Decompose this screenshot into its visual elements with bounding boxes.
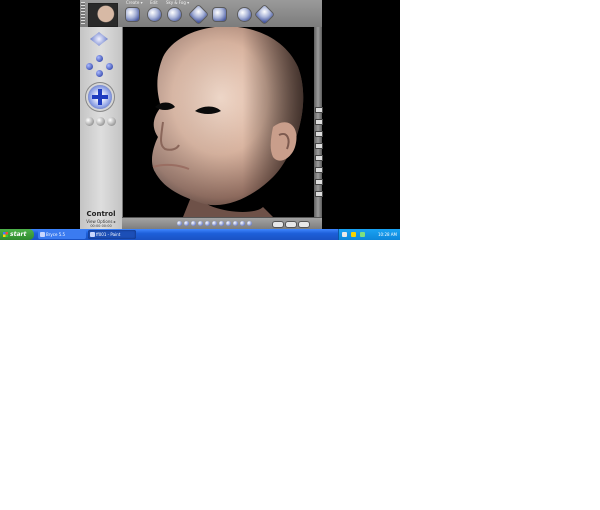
material-tool-icon[interactable] [255, 5, 274, 24]
menu-edit[interactable]: Edit [150, 0, 158, 5]
nano-preview-thumbnail[interactable] [88, 3, 118, 27]
render-option-icon-7[interactable] [226, 221, 231, 226]
security-icon[interactable] [351, 232, 356, 237]
windows-taskbar: start Bryce 5.5 ff001 - Paint 10:28 AM [0, 229, 400, 240]
timecode-readout: 00:00:00:00 [90, 224, 112, 228]
control-panel: Control View Options ▸ 00:00:00:00 [80, 27, 123, 229]
windows-flag-icon [3, 232, 8, 237]
bryce-app-icon [40, 232, 45, 237]
bryce-app-window: Create ▾ Edit Sky & Fog ▾ Control View O… [80, 0, 323, 230]
taskbar-item-label: ff001 - Paint [96, 232, 121, 237]
volume-icon[interactable] [360, 232, 365, 237]
start-button[interactable]: start [0, 229, 34, 240]
taskbar-item-bryce[interactable]: Bryce 5.5 [38, 230, 86, 239]
taskbar-item-label: Bryce 5.5 [46, 232, 66, 237]
strip-button-8[interactable] [315, 191, 323, 197]
strip-button-7[interactable] [315, 179, 323, 185]
strip-button-6[interactable] [315, 167, 323, 173]
toolbar-grip[interactable] [81, 2, 85, 24]
network-icon[interactable] [342, 232, 347, 237]
cube-tool-icon[interactable] [126, 8, 139, 21]
mesh-tool-icon[interactable] [238, 8, 251, 21]
render-option-icon-10[interactable] [247, 221, 252, 226]
strip-button-4[interactable] [315, 143, 323, 149]
timeline-control-3[interactable] [298, 221, 310, 228]
menu-create[interactable]: Create ▾ [126, 0, 143, 5]
trackball-cross-icon[interactable] [88, 85, 112, 109]
strip-button-1[interactable] [315, 107, 323, 113]
render-option-icon-4[interactable] [205, 221, 210, 226]
strip-button-2[interactable] [315, 119, 323, 125]
render-option-icon-2[interactable] [191, 221, 196, 226]
lattice-tool-icon[interactable] [213, 8, 226, 21]
render-option-icon-5[interactable] [212, 221, 217, 226]
strip-button-5[interactable] [315, 155, 323, 161]
taskbar-clock: 10:28 AM [378, 232, 397, 237]
sphere-tool-icon[interactable] [148, 8, 161, 21]
desktop-background [0, 0, 80, 229]
render-option-icon-3[interactable] [198, 221, 203, 226]
right-tool-strip [314, 27, 323, 217]
pyramid-tool-icon[interactable] [189, 5, 208, 24]
render-option-icon-8[interactable] [233, 221, 238, 226]
control-title: Control [86, 210, 116, 218]
taskbar-item-paint[interactable]: ff001 - Paint [88, 230, 136, 239]
view-cluster-icon[interactable] [86, 55, 114, 77]
terrain-tool-icon[interactable] [168, 8, 181, 21]
start-label: start [10, 231, 27, 238]
system-tray: 10:28 AM [338, 229, 400, 240]
render-viewport[interactable] [123, 27, 314, 217]
timeline-control-2[interactable] [285, 221, 297, 228]
strip-button-3[interactable] [315, 131, 323, 137]
desktop-screen: Create ▾ Edit Sky & Fog ▾ Control View O… [0, 0, 400, 240]
render-button-icon[interactable] [177, 221, 182, 226]
timeline-control-1[interactable] [272, 221, 284, 228]
render-option-icon-9[interactable] [240, 221, 245, 226]
render-option-icon-1[interactable] [184, 221, 189, 226]
head-render-image [151, 27, 304, 217]
zoom-balls-icon[interactable] [84, 115, 118, 129]
top-toolbar: Create ▾ Edit Sky & Fog ▾ [80, 0, 322, 28]
paint-app-icon [90, 232, 95, 237]
render-option-icon-6[interactable] [219, 221, 224, 226]
camera-diamond-icon[interactable] [90, 32, 108, 46]
menu-sky-fog[interactable]: Sky & Fog ▾ [166, 0, 189, 5]
